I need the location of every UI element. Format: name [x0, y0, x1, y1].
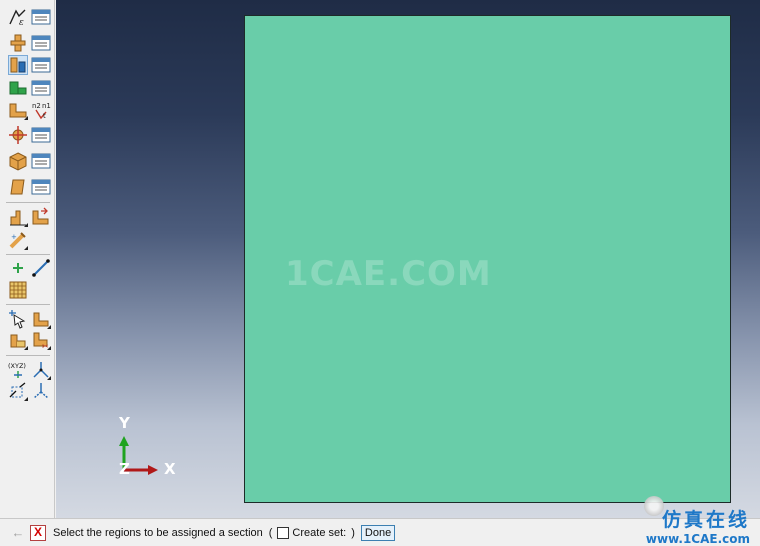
module-toolbox: ε n2 n1 t + ✂ (XYZ) [0, 0, 55, 518]
create-set-checkbox[interactable] [277, 526, 290, 539]
create-point-icon[interactable] [8, 258, 28, 278]
load-manager-icon[interactable] [31, 151, 51, 171]
datum-icon[interactable] [8, 330, 28, 350]
triad-icon[interactable] [31, 381, 51, 401]
toolbox-row: + [8, 230, 28, 252]
create-profile-icon[interactable] [8, 78, 28, 98]
create-material-icon[interactable] [8, 33, 28, 53]
svg-text:ε: ε [19, 18, 24, 27]
step-manager-icon[interactable] [31, 125, 51, 145]
assign-normal-icon[interactable] [31, 207, 51, 227]
toolbox-row: n2 n1 t [8, 100, 51, 122]
profile-manager-icon[interactable] [31, 78, 51, 98]
cancel-procedure-button[interactable]: X [30, 524, 46, 541]
toolbox-row [8, 309, 51, 331]
viewport-canvas[interactable]: 1CAE.COM Y X Z [56, 0, 760, 518]
coordinate-icon[interactable]: (XYZ) [8, 360, 28, 380]
assign-section-icon[interactable] [8, 100, 28, 120]
close-icon: X [33, 524, 42, 539]
corner-watermark: 仿真在线 www.1CAE.com [634, 494, 760, 546]
toolbox-row [8, 125, 51, 147]
previous-step-button[interactable]: ← [10, 525, 26, 541]
watermark-cn-text: 仿真在线 [661, 509, 750, 531]
assign-orientation-icon[interactable]: n2 n1 t [31, 100, 51, 120]
partition-icon[interactable] [31, 309, 51, 329]
toolbox-row [8, 207, 51, 229]
csys-icon[interactable] [31, 360, 51, 380]
material-manager-icon[interactable] [31, 33, 51, 53]
svg-text:n2: n2 [32, 102, 41, 110]
part-manager-icon[interactable] [31, 7, 51, 27]
assign-beam-orientation-icon[interactable] [8, 207, 28, 227]
triad-y-label: Y [119, 414, 130, 432]
create-line-icon[interactable] [31, 258, 51, 278]
create-step-icon[interactable] [8, 125, 28, 145]
axis-icon[interactable] [8, 381, 28, 401]
create-load-icon[interactable] [8, 151, 28, 171]
section-manager-icon[interactable] [31, 55, 51, 75]
toolbox-row [8, 280, 28, 302]
query-icon[interactable] [8, 309, 28, 329]
create-set-label: Create set: [292, 526, 347, 539]
toolbox-separator [6, 202, 50, 203]
svg-text:(XYZ): (XYZ) [8, 362, 26, 370]
viewport-watermark: 1CAE.COM [285, 254, 492, 294]
triad-x-label: X [164, 460, 176, 478]
toolbox-separator [6, 254, 50, 255]
toolbox-separator [6, 355, 50, 356]
svg-text:n1: n1 [42, 102, 51, 110]
toolbox-row [8, 151, 51, 173]
paren-close: ) [351, 526, 355, 539]
watermark-url-text: www.1CAE.com [645, 532, 750, 546]
done-button[interactable]: Done [360, 524, 396, 541]
create-mesh-icon[interactable] [8, 280, 28, 300]
toolbox-row [8, 33, 51, 55]
create-bc-icon[interactable] [8, 177, 28, 197]
create-section-icon[interactable] [8, 55, 28, 75]
toolbox-row: (XYZ) [8, 360, 51, 382]
toolbox-row [8, 381, 51, 403]
svg-text:+: + [11, 233, 17, 241]
toolbox-row [8, 78, 51, 100]
svg-text:t: t [43, 112, 46, 120]
toolbox-row [8, 177, 51, 199]
create-part-icon[interactable]: ε [8, 7, 28, 27]
edit-assign-icon[interactable]: + [8, 230, 28, 250]
toolbox-row: ✂ [8, 330, 51, 352]
toolbox-row [8, 55, 51, 77]
toolbox-separator [6, 304, 50, 305]
toolbox-row [8, 258, 51, 280]
paren-open: ( [268, 526, 273, 539]
back-arrow-icon: ← [11, 525, 25, 540]
bc-manager-icon[interactable] [31, 177, 51, 197]
toolbox-row: ε [8, 7, 51, 29]
triad-z-label: Z [119, 460, 130, 478]
prompt-text: Select the regions to be assigned a sect… [53, 526, 263, 539]
datum-plane-icon[interactable]: ✂ [31, 330, 51, 350]
